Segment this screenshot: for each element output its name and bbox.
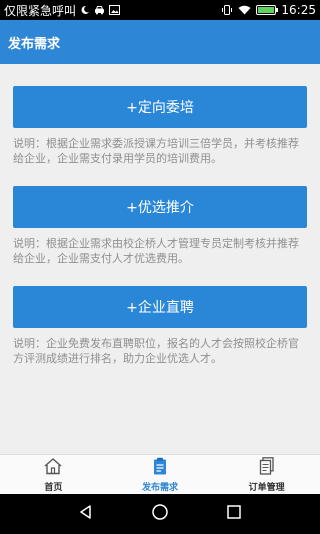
carrier-text: 仅限紧急呼叫 — [4, 3, 77, 18]
image-icon — [109, 5, 121, 15]
nav-item-orders[interactable]: 订单管理 — [213, 455, 320, 494]
system-nav-bar — [0, 494, 320, 534]
moon-icon — [80, 5, 90, 15]
home-circle-icon[interactable] — [151, 503, 169, 525]
preferred-referral-description: 说明：根据企业需求由校企桥人才管理专员定制考核并推荐给企业，企业需支付人才优选费… — [13, 237, 299, 265]
nav-item-home[interactable]: 首页 — [0, 455, 107, 494]
home-icon — [43, 457, 63, 478]
bottom-nav: 首页 发布需求 订单管理 — [0, 454, 320, 494]
nav-item-publish[interactable]: 发布需求 — [107, 455, 214, 494]
app-header: 发布需求 — [0, 20, 320, 64]
orders-icon — [257, 456, 277, 478]
directed-training-button[interactable]: +定向委培 — [13, 86, 307, 128]
back-icon[interactable] — [78, 504, 94, 524]
clock-text: 16:25 — [281, 3, 316, 17]
nav-label-publish: 发布需求 — [142, 482, 179, 493]
recent-apps-icon[interactable] — [226, 504, 242, 524]
battery-icon — [256, 5, 279, 15]
vibrate-icon — [221, 5, 233, 15]
preferred-referral-button[interactable]: +优选推介 — [13, 186, 307, 228]
clipboard-icon — [150, 457, 170, 478]
wifi-icon — [238, 5, 251, 15]
nav-label-home: 首页 — [44, 482, 63, 493]
car-icon — [94, 5, 105, 15]
direct-hire-description: 说明：企业免费发布直聘职位，报名的人才会按照校企桥官方评测成绩进行排名，助力企业… — [13, 337, 299, 365]
page-title: 发布需求 — [8, 36, 61, 52]
direct-hire-button[interactable]: +企业直聘 — [13, 286, 307, 328]
directed-training-description: 说明：根据企业需求委派授课方培训三倍学员，并考核推荐给企业，企业需支付录用学员的… — [13, 137, 299, 165]
status-bar: 仅限紧急呼叫 16:25 — [0, 0, 320, 20]
nav-label-orders: 订单管理 — [248, 482, 285, 493]
